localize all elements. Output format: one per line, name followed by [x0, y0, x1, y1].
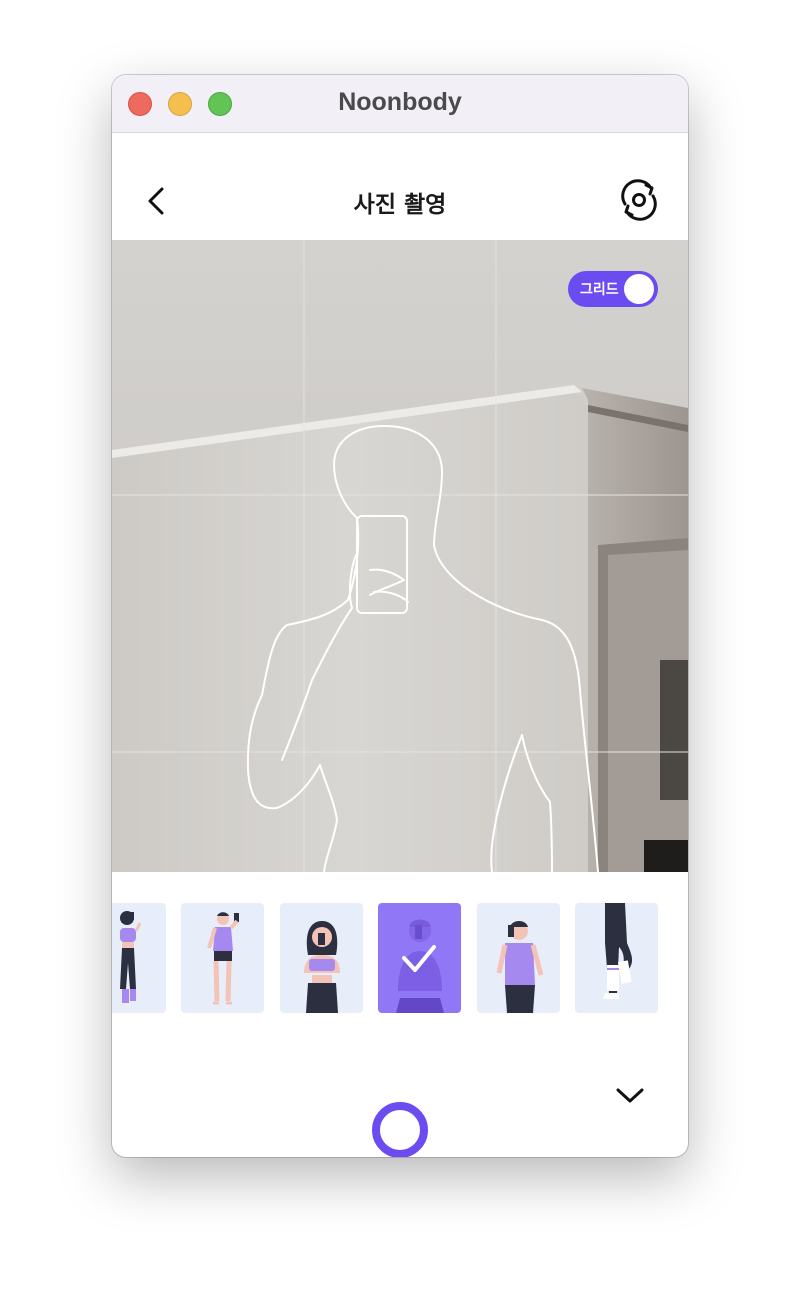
pose-male-mirror-side-image — [496, 921, 544, 1013]
pose-male-mirror-side-thumb[interactable] — [477, 903, 560, 1013]
shutter-button[interactable] — [372, 1102, 428, 1157]
pose-selector — [112, 903, 688, 1013]
window-title: Noonbody — [338, 88, 462, 116]
pose-female-mirror-upper-thumb[interactable] — [280, 903, 363, 1013]
camera-feed-image — [112, 240, 688, 872]
window-titlebar: Noonbody — [112, 75, 688, 133]
pose-female-mirror-side-image — [120, 911, 142, 1003]
rotate-camera-button[interactable] — [617, 178, 661, 222]
pose-female-mirror-side-thumb[interactable] — [112, 903, 166, 1013]
pose-male-mirror-full-image — [207, 912, 239, 1005]
pose-female-mirror-upper-image — [304, 921, 340, 1013]
app-window: Noonbody 사진 촬영 그리드 — [112, 75, 688, 1157]
grid-toggle[interactable]: 그리드 — [568, 271, 658, 307]
app-header: 사진 촬영 — [112, 133, 688, 239]
collapse-panel-button[interactable] — [612, 1080, 648, 1110]
camera-preview[interactable]: 그리드 — [112, 240, 688, 872]
pose-male-mirror-upper-image — [396, 919, 444, 1013]
page-title: 사진 촬영 — [353, 192, 447, 218]
pose-male-mirror-upper-thumb[interactable] — [378, 903, 461, 1013]
pose-male-mirror-full-thumb[interactable] — [181, 903, 264, 1013]
pose-legs-thumb[interactable] — [575, 903, 658, 1013]
grid-toggle-knob — [624, 274, 654, 304]
rotate-camera-icon — [621, 179, 657, 221]
chevron-down-icon — [616, 1088, 644, 1103]
grid-toggle-label: 그리드 — [580, 282, 619, 298]
pose-legs-image — [603, 903, 633, 999]
